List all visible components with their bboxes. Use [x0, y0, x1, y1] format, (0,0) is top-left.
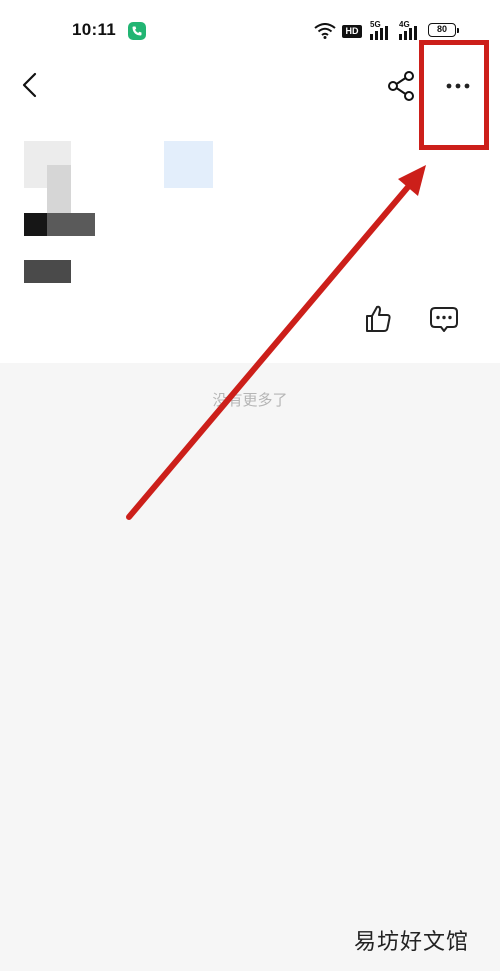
annotation-arrow — [126, 165, 426, 520]
watermark-text: 易坊好文馆 — [354, 929, 470, 954]
